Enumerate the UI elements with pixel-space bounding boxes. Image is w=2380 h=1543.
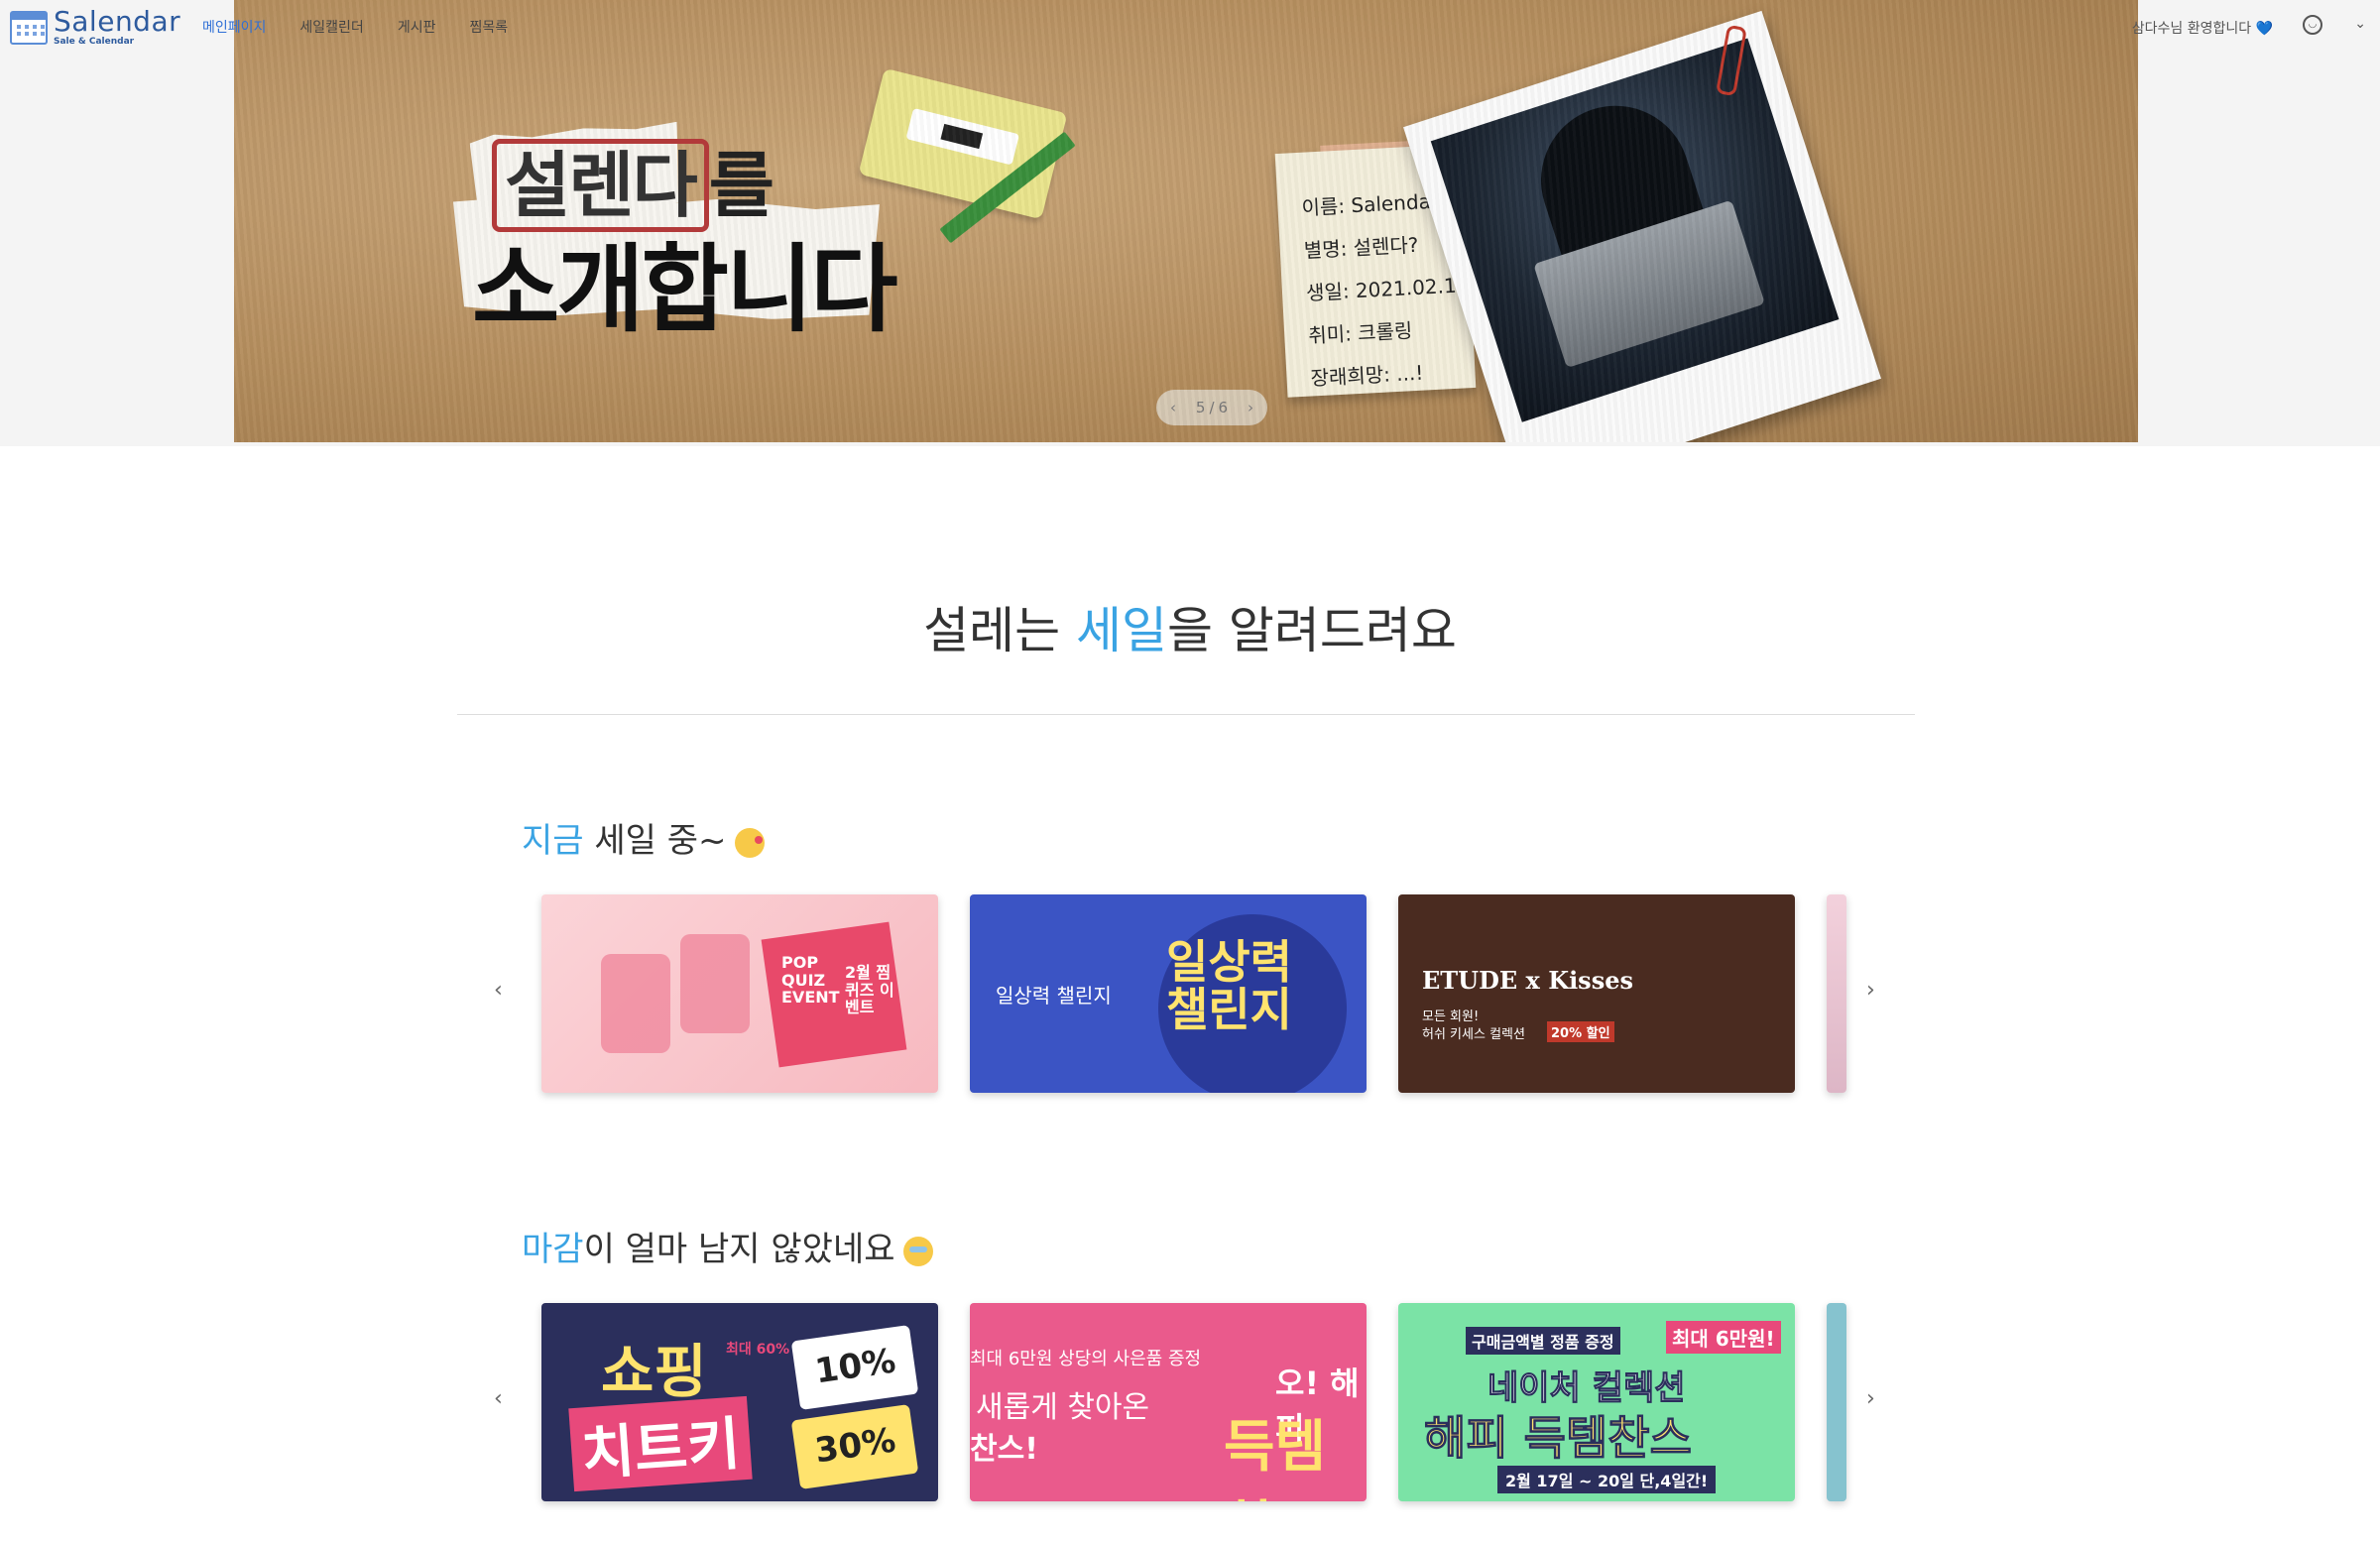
main-heading-post: 을 알려드려요 (1167, 602, 1457, 659)
sale-card-partial[interactable] (1827, 894, 1846, 1093)
pager-next-button[interactable]: › (1248, 399, 1253, 416)
deadline-card[interactable]: 쇼핑 치트키 최대 60% 10% 30% (541, 1303, 938, 1501)
section-title-on-sale: 지금 세일 중~ (522, 813, 765, 862)
card-text: 30% (812, 1420, 898, 1472)
card-text: 치트키 (568, 1395, 753, 1492)
sale-card[interactable]: POP QUIZ EVENT 2월 찜퀴즈 이벤트 (541, 894, 938, 1093)
main-heading-highlight: 세일 (1076, 602, 1167, 659)
chevron-down-icon[interactable]: ⌄ (2354, 16, 2366, 32)
card-text: 2월 17일 ~ 20일 단,4일간! (1497, 1466, 1717, 1493)
main-heading-pre: 설레는 (923, 602, 1076, 659)
deadline-card[interactable]: 최대 6만원 상당의 사은품 증정 새롭게 찾아온 찬스! 오! 해피 득템 찬 (970, 1303, 1367, 1501)
menu-item-main[interactable]: 메인페이지 (202, 17, 266, 37)
logo-subtitle: Sale & Calendar (54, 37, 135, 47)
pager-prev-button[interactable]: ‹ (1170, 399, 1176, 416)
hacker-photo (1403, 10, 1881, 442)
coupon-ticket: 10% (790, 1324, 919, 1411)
carousel-prev-icon[interactable]: ‹ (494, 1386, 503, 1411)
kiss-face-icon (734, 827, 765, 858)
tape-strip (1320, 140, 1431, 179)
card-text: 허쉬 키세스 컬렉션 (1422, 1027, 1525, 1042)
note-line: 별명: 설렌다? (1303, 232, 1420, 263)
card-text: 득템 찬 (1224, 1415, 1327, 1501)
pager-total: 6 (1218, 399, 1229, 416)
serum-bottle-image (601, 954, 670, 1053)
hooded-figure (1521, 86, 1716, 294)
section-title-ending-soon: 마감이 얼마 남지 않았네요 (522, 1222, 933, 1270)
note-line: 생일: 2021.02.19 (1305, 273, 1470, 305)
hero-banner-area: 설렌다 를 소개합니다 이름: Salendar 별명: 설렌다? 생일: 202… (0, 0, 2380, 446)
card-text: 모든 회원! (1422, 1009, 1480, 1024)
main-heading: 설레는 세일을 알려드려요 (0, 591, 2380, 662)
pager-status: 5/6 (1196, 399, 1228, 416)
card-text: 새롭게 찾아온 (976, 1390, 1150, 1425)
serum-bottle-image (680, 934, 750, 1033)
card-text: 해피 득템찬스 (1424, 1411, 1693, 1466)
carousel-prev-icon[interactable]: ‹ (494, 978, 503, 1003)
deadline-card-partial[interactable] (1827, 1303, 1846, 1501)
logo[interactable]: Salendar Sale & Calendar (10, 8, 180, 47)
card-text: 구매금액별 정품 증정 (1466, 1327, 1620, 1355)
pencil-image (939, 131, 1076, 244)
card-text: 10% (812, 1341, 898, 1392)
deadline-card[interactable]: 구매금액별 정품 증정 최대 6만원! 네이처 컬렉션 해피 득템찬스 2월 1… (1398, 1303, 1795, 1501)
section-title-rest: 이 얼마 남지 않았네요 (583, 1230, 895, 1269)
menu-item-sale-calendar[interactable]: 세일캘린더 (299, 17, 363, 37)
card-badge: 최대 6만원! (1666, 1321, 1781, 1354)
card-text: POP QUIZ EVENT (781, 953, 840, 1008)
blue-heart-icon: 💙 (2255, 21, 2273, 37)
note-line: 장래희망: ...! (1309, 360, 1424, 391)
card-text: 일상력 챌린지 (1166, 935, 1292, 1037)
card-text: ETUDE x Kisses (1422, 966, 1633, 995)
logo-title: Salendar (54, 5, 181, 38)
laptop-image (1533, 199, 1765, 369)
card-text: 최대 60% (726, 1342, 790, 1358)
cassette-tape-image (858, 67, 1068, 220)
carousel-next-icon[interactable]: › (1866, 978, 1875, 1003)
card-text: 찬스! (970, 1432, 1038, 1467)
card-text: 쇼핑 (601, 1338, 707, 1405)
divider (457, 714, 1915, 715)
card-text: 일상력 챌린지 (996, 984, 1112, 1008)
hero-slide[interactable]: 설렌다 를 소개합니다 이름: Salendar 별명: 설렌다? 생일: 202… (234, 0, 2138, 442)
profile-note: 이름: Salendar 별명: 설렌다? 생일: 2021.02.19 취미:… (1274, 144, 1477, 398)
card-text: 2월 찜퀴즈 이벤트 (845, 963, 894, 1017)
welcome-text: 삼다수님 환영합니다 (2131, 21, 2252, 37)
hero-title-line2: 소개합니다 (472, 234, 898, 345)
main-menu: 메인페이지 세일캘린더 게시판 찜목록 (202, 17, 541, 37)
menu-item-wishlist[interactable]: 찜목록 (469, 17, 508, 37)
section-title-rest: 세일 중~ (583, 821, 727, 861)
slide-pager: ‹ 5/6 › (1156, 390, 1267, 425)
pager-separator: / (1209, 399, 1215, 416)
menu-item-board[interactable]: 게시판 (398, 17, 436, 37)
card-badge: 20% 할인 (1547, 1021, 1614, 1042)
sale-card[interactable]: ETUDE x Kisses 모든 회원! 허쉬 키세스 컬렉션 20% 할인 (1398, 894, 1795, 1093)
coupon-ticket: 30% (790, 1403, 919, 1490)
note-line: 이름: Salendar (1300, 188, 1440, 220)
note-line: 취미: 크롤링 (1307, 318, 1413, 348)
top-navbar: Salendar Sale & Calendar 메인페이지 세일캘린더 게시판… (0, 0, 2380, 56)
photo-image (1430, 38, 1840, 422)
welcome-message: 삼다수님 환영합니다 💙 (2132, 18, 2273, 38)
pager-current: 5 (1195, 399, 1206, 416)
section-title-highlight: 마감 (522, 1230, 584, 1269)
calendar-icon (10, 10, 48, 45)
smiley-icon[interactable]: ◡ (2303, 15, 2322, 35)
card-text: 최대 6만원 상당의 사은품 증정 (970, 1349, 1202, 1369)
sad-face-icon (902, 1236, 933, 1266)
section-title-highlight: 지금 (522, 821, 584, 861)
carousel-next-icon[interactable]: › (1866, 1386, 1875, 1411)
sale-card[interactable]: 일상력 챌린지 일상력 챌린지 (970, 894, 1367, 1093)
